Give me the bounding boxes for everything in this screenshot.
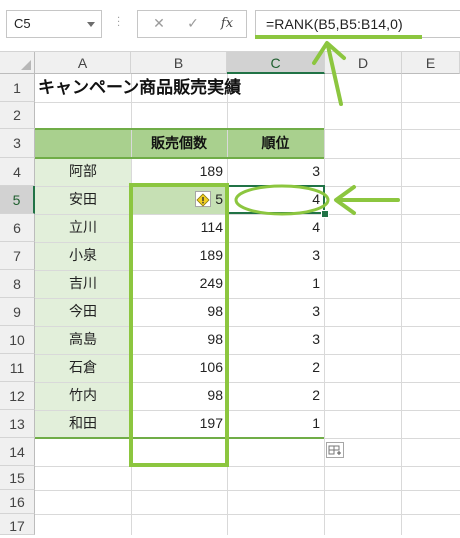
row-header-6[interactable]: 6 — [0, 214, 35, 242]
row-header-14[interactable]: 14 — [0, 438, 35, 466]
formula-input[interactable]: =RANK(B5,B5:B14,0) — [255, 10, 460, 38]
name-cell[interactable]: 吉川 — [35, 270, 131, 297]
column-header-a[interactable]: A — [35, 52, 131, 74]
enter-icon[interactable]: ✓ — [182, 14, 204, 34]
quick-analysis-icon[interactable] — [326, 442, 344, 458]
diamond-warning-icon[interactable] — [195, 191, 211, 207]
rank-cell[interactable]: 2 — [227, 354, 324, 381]
header-rank[interactable]: 順位 — [227, 130, 324, 157]
name-cell[interactable]: 高島 — [35, 326, 131, 353]
gridline — [35, 466, 460, 467]
formula-bar: C5 · · · ✕ ✓ fx =RANK(B5,B5:B14,0) — [0, 0, 460, 52]
arrow-left-head — [334, 185, 356, 215]
row-header-7[interactable]: 7 — [0, 242, 35, 270]
name-cell[interactable]: 小泉 — [35, 242, 131, 269]
rank-cell[interactable]: 3 — [227, 158, 324, 185]
row-header-10[interactable]: 10 — [0, 326, 35, 354]
column-header-e[interactable]: E — [402, 52, 460, 74]
column-header-c[interactable]: C — [227, 52, 325, 74]
name-cell[interactable]: 竹内 — [35, 382, 131, 409]
rank-cell[interactable]: 2 — [227, 382, 324, 409]
name-cell[interactable]: 立川 — [35, 214, 131, 241]
name-cell[interactable]: 安田 — [35, 186, 131, 213]
gridline — [35, 102, 460, 103]
rank-cell[interactable]: 3 — [227, 242, 324, 269]
sheet-title[interactable]: キャンペーン商品販売実績 — [38, 74, 241, 101]
row-header-15[interactable]: 15 — [0, 466, 35, 490]
row-header-13[interactable]: 13 — [0, 410, 35, 438]
name-cell[interactable]: 和田 — [35, 410, 131, 437]
sales-cell[interactable]: 189 — [131, 158, 227, 185]
name-cell[interactable]: 今田 — [35, 298, 131, 325]
row-header-11[interactable]: 11 — [0, 354, 35, 382]
sales-cell[interactable]: 98 — [131, 298, 227, 325]
row-header-4[interactable]: 4 — [0, 158, 35, 186]
rank-cell[interactable]: 3 — [227, 298, 324, 325]
sales-cell[interactable]: 5 — [131, 186, 227, 213]
name-cell[interactable]: 阿部 — [35, 158, 131, 185]
row-header-12[interactable]: 12 — [0, 382, 35, 410]
sales-cell[interactable]: 114 — [131, 214, 227, 241]
row-header-5[interactable]: 5 — [0, 186, 35, 214]
table-bottom-border — [35, 437, 324, 439]
row-header-2[interactable]: 2 — [0, 102, 35, 129]
rank-cell[interactable]: 1 — [227, 270, 324, 297]
name-box-value: C5 — [14, 16, 31, 31]
name-cell[interactable]: 石倉 — [35, 354, 131, 381]
select-all-button[interactable] — [0, 52, 35, 74]
row-header-17[interactable]: 17 — [0, 514, 35, 535]
active-cell-border — [227, 185, 325, 214]
column-header-d[interactable]: D — [325, 52, 402, 74]
drag-dots-icon[interactable]: · · · — [117, 14, 120, 32]
cancel-icon[interactable]: ✕ — [148, 14, 170, 34]
row-header-9[interactable]: 9 — [0, 298, 35, 326]
rank-cell[interactable]: 1 — [227, 410, 324, 437]
sales-cell[interactable]: 106 — [131, 354, 227, 381]
row-header-1[interactable]: 1 — [0, 74, 35, 102]
row-header-16[interactable]: 16 — [0, 490, 35, 514]
insert-function-button[interactable]: fx — [216, 14, 238, 34]
rank-cell[interactable]: 3 — [227, 326, 324, 353]
column-header-b[interactable]: B — [131, 52, 227, 74]
header-sales[interactable]: 販売個数 — [131, 130, 227, 157]
sales-cell[interactable]: 98 — [131, 326, 227, 353]
select-all-icon — [21, 60, 31, 70]
formula-text: =RANK(B5,B5:B14,0) — [266, 16, 403, 32]
gridline — [35, 490, 460, 491]
sales-cell[interactable]: 249 — [131, 270, 227, 297]
rank-cell[interactable]: 4 — [227, 214, 324, 241]
name-box-dropdown-icon[interactable] — [87, 22, 95, 27]
row-header-3[interactable]: 3 — [0, 129, 35, 158]
sales-cell[interactable]: 98 — [131, 382, 227, 409]
fill-handle[interactable] — [321, 210, 329, 218]
gridline — [35, 514, 460, 515]
sales-cell[interactable]: 189 — [131, 242, 227, 269]
sales-cell[interactable]: 197 — [131, 410, 227, 437]
row-header-8[interactable]: 8 — [0, 270, 35, 298]
name-box[interactable]: C5 — [6, 10, 102, 38]
formula-buttons: ✕ ✓ fx — [137, 10, 247, 38]
